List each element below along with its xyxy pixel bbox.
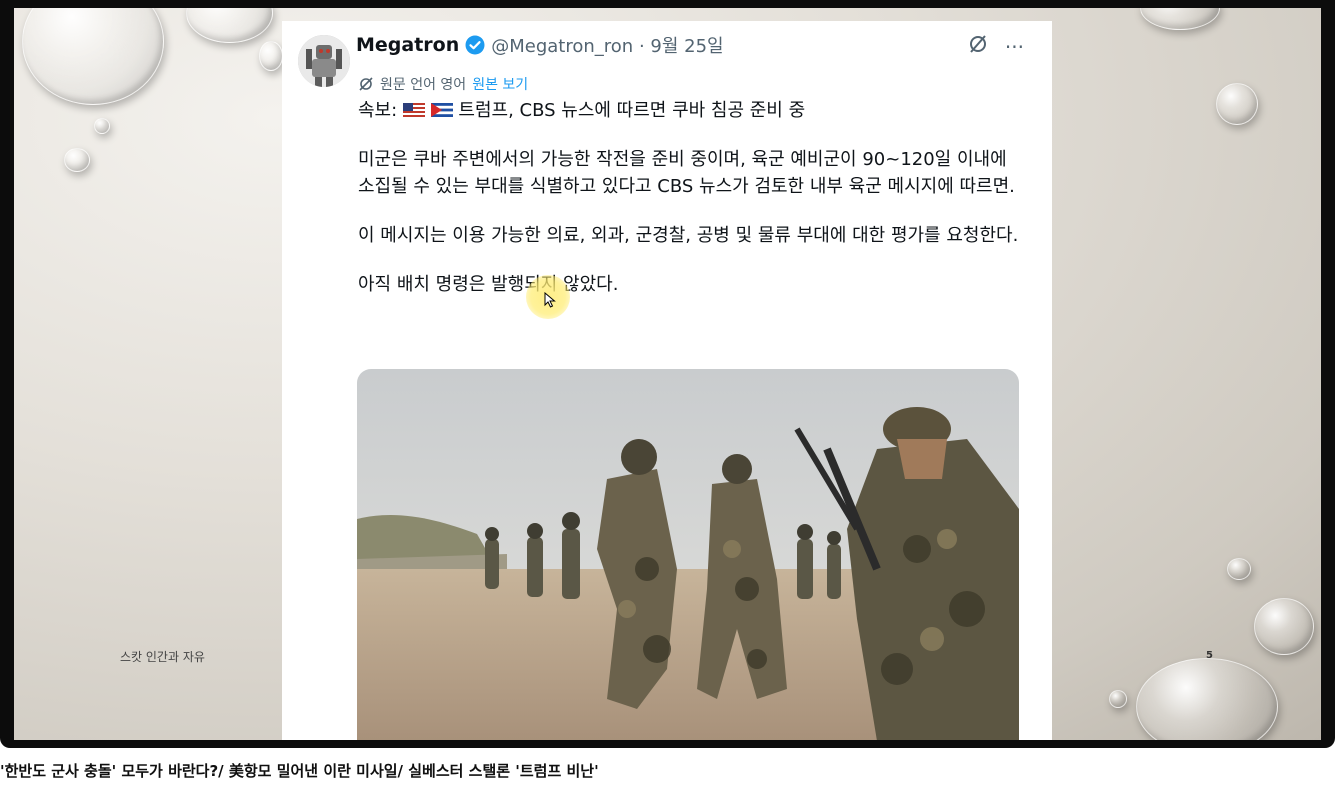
water-drop-decoration: [64, 148, 90, 172]
water-drop-decoration: [1140, 8, 1220, 30]
tweet-paragraph: 이 메시지는 이용 가능한 의료, 외과, 군경찰, 공병 및 물류 부대에 대…: [358, 225, 1019, 246]
presentation-slide: 스캇 인간과 자유 5 Megatron @Megatron_ron · 9월 …: [14, 8, 1321, 740]
tweet-header-actions: ···: [967, 33, 1024, 60]
video-title-caption: '한반도 군사 충돌' 모두가 바란다?/ 美항모 밀어낸 이란 미사일/ 실베…: [0, 762, 599, 780]
water-drop-decoration: [94, 118, 110, 134]
translate-small-icon: [359, 77, 373, 91]
show-original-link[interactable]: 원본 보기: [472, 74, 528, 94]
tweet-photo[interactable]: [357, 369, 1019, 740]
water-drop-decoration: [1227, 558, 1251, 580]
water-drop-decoration: [22, 8, 164, 105]
cuba-flag-icon: [430, 103, 453, 117]
tweet-header: Megatron @Megatron_ron · 9월 25일: [356, 32, 724, 58]
translate-icon[interactable]: [967, 33, 989, 60]
headline-text: 트럼프, CBS 뉴스에 따르면 쿠바 침공 준비 중: [458, 100, 806, 121]
more-icon[interactable]: ···: [1005, 35, 1024, 59]
tweet-text: 속보: 트럼프, CBS 뉴스에 따르면 쿠바 침공 준비 중 미군은 쿠바 주…: [358, 97, 1028, 320]
translate-label: 원문 언어 영어: [380, 77, 467, 93]
author-name[interactable]: Megatron: [356, 34, 459, 56]
tweet-headline: 속보: 트럼프, CBS 뉴스에 따르면 쿠바 침공 준비 중: [358, 97, 1028, 124]
tweet-card[interactable]: Megatron @Megatron_ron · 9월 25일 ··· 원문 언…: [282, 21, 1052, 740]
headline-prefix: 속보:: [358, 100, 398, 121]
slide-footer-text: 스캇 인간과 자유: [120, 650, 205, 664]
water-drop-decoration: [1136, 658, 1278, 740]
water-drop-decoration: [186, 8, 273, 43]
handle-and-date[interactable]: @Megatron_ron · 9월 25일: [491, 32, 723, 58]
water-drop-decoration: [1254, 598, 1314, 655]
verified-badge-icon: [465, 35, 485, 55]
mouse-cursor-icon: [544, 292, 556, 308]
slide-page-number: 5: [1206, 650, 1213, 661]
robot-avatar-icon: [298, 35, 350, 87]
soldiers-on-beach-image: [357, 369, 1019, 740]
tweet-paragraph: 아직 배치 명령은 발행되지 않았다.: [358, 274, 619, 295]
translation-notice: 원문 언어 영어 원본 보기: [358, 74, 528, 94]
us-flag-icon: [402, 103, 425, 117]
avatar[interactable]: [298, 35, 350, 87]
water-drop-decoration: [1109, 690, 1127, 708]
tweet-paragraph: 미군은 쿠바 주변에서의 가능한 작전을 준비 중이며, 육군 예비군이 90~…: [358, 149, 1015, 197]
water-drop-decoration: [1216, 83, 1258, 125]
video-frame: 스캇 인간과 자유 5 Megatron @Megatron_ron · 9월 …: [0, 0, 1335, 748]
water-drop-decoration: [259, 41, 283, 71]
